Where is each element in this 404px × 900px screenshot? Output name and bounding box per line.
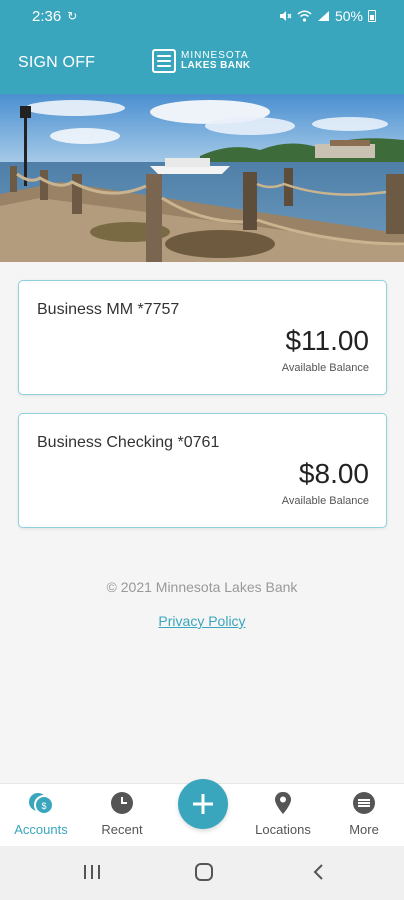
- nav-label: Recent: [101, 822, 143, 837]
- hero-lake-image: [0, 94, 404, 262]
- nav-label: Accounts: [14, 822, 68, 837]
- status-bar: 2:36 ↻ 50%: [0, 0, 404, 32]
- signal-icon: [317, 11, 329, 21]
- logo-mark-icon: [152, 49, 176, 73]
- home-icon[interactable]: [194, 862, 214, 882]
- nav-locations[interactable]: Locations: [243, 790, 323, 837]
- nav-recent[interactable]: Recent: [82, 790, 162, 837]
- account-card[interactable]: Business Checking *0761 $8.00 Available …: [18, 413, 387, 528]
- sync-icon: ↻: [67, 9, 78, 23]
- more-icon: [353, 792, 375, 814]
- account-balance: $11.00: [285, 325, 369, 356]
- logo-line2: LAKES BANK: [181, 60, 251, 71]
- available-balance-label: Available Balance: [281, 362, 369, 374]
- app-header: SIGN OFF MINNESOTA LAKES BANK: [0, 32, 404, 94]
- add-button[interactable]: [178, 779, 228, 829]
- status-time: 2:36: [32, 7, 62, 25]
- copyright-text: © 2021 Minnesota Lakes Bank: [106, 579, 298, 595]
- bank-logo: MINNESOTA LAKES BANK: [152, 49, 251, 73]
- location-pin-icon: [275, 792, 291, 814]
- back-icon[interactable]: [310, 862, 326, 882]
- recents-icon[interactable]: [82, 862, 102, 882]
- nav-more[interactable]: More: [324, 790, 404, 837]
- privacy-policy-link[interactable]: Privacy Policy: [0, 613, 404, 629]
- nav-label: More: [349, 822, 379, 837]
- system-nav-bar: [0, 846, 404, 900]
- account-name: Business MM *7757: [37, 301, 180, 318]
- account-balance: $8.00: [298, 458, 369, 489]
- mute-icon: [279, 11, 292, 21]
- accounts-icon: $: [29, 793, 54, 815]
- svg-text:$: $: [41, 801, 46, 811]
- available-balance-label: Available Balance: [281, 495, 369, 507]
- battery-icon: [368, 10, 376, 22]
- account-name: Business Checking *0761: [37, 434, 220, 451]
- sign-off-button[interactable]: SIGN OFF: [18, 54, 95, 72]
- account-card[interactable]: Business MM *7757 $11.00 Available Balan…: [18, 280, 387, 395]
- wifi-icon: [297, 10, 312, 22]
- clock-icon: [111, 792, 133, 814]
- battery-percent: 50%: [334, 8, 363, 24]
- plus-icon: [193, 794, 213, 814]
- nav-label: Locations: [255, 822, 311, 837]
- nav-accounts[interactable]: $ Accounts: [1, 790, 81, 837]
